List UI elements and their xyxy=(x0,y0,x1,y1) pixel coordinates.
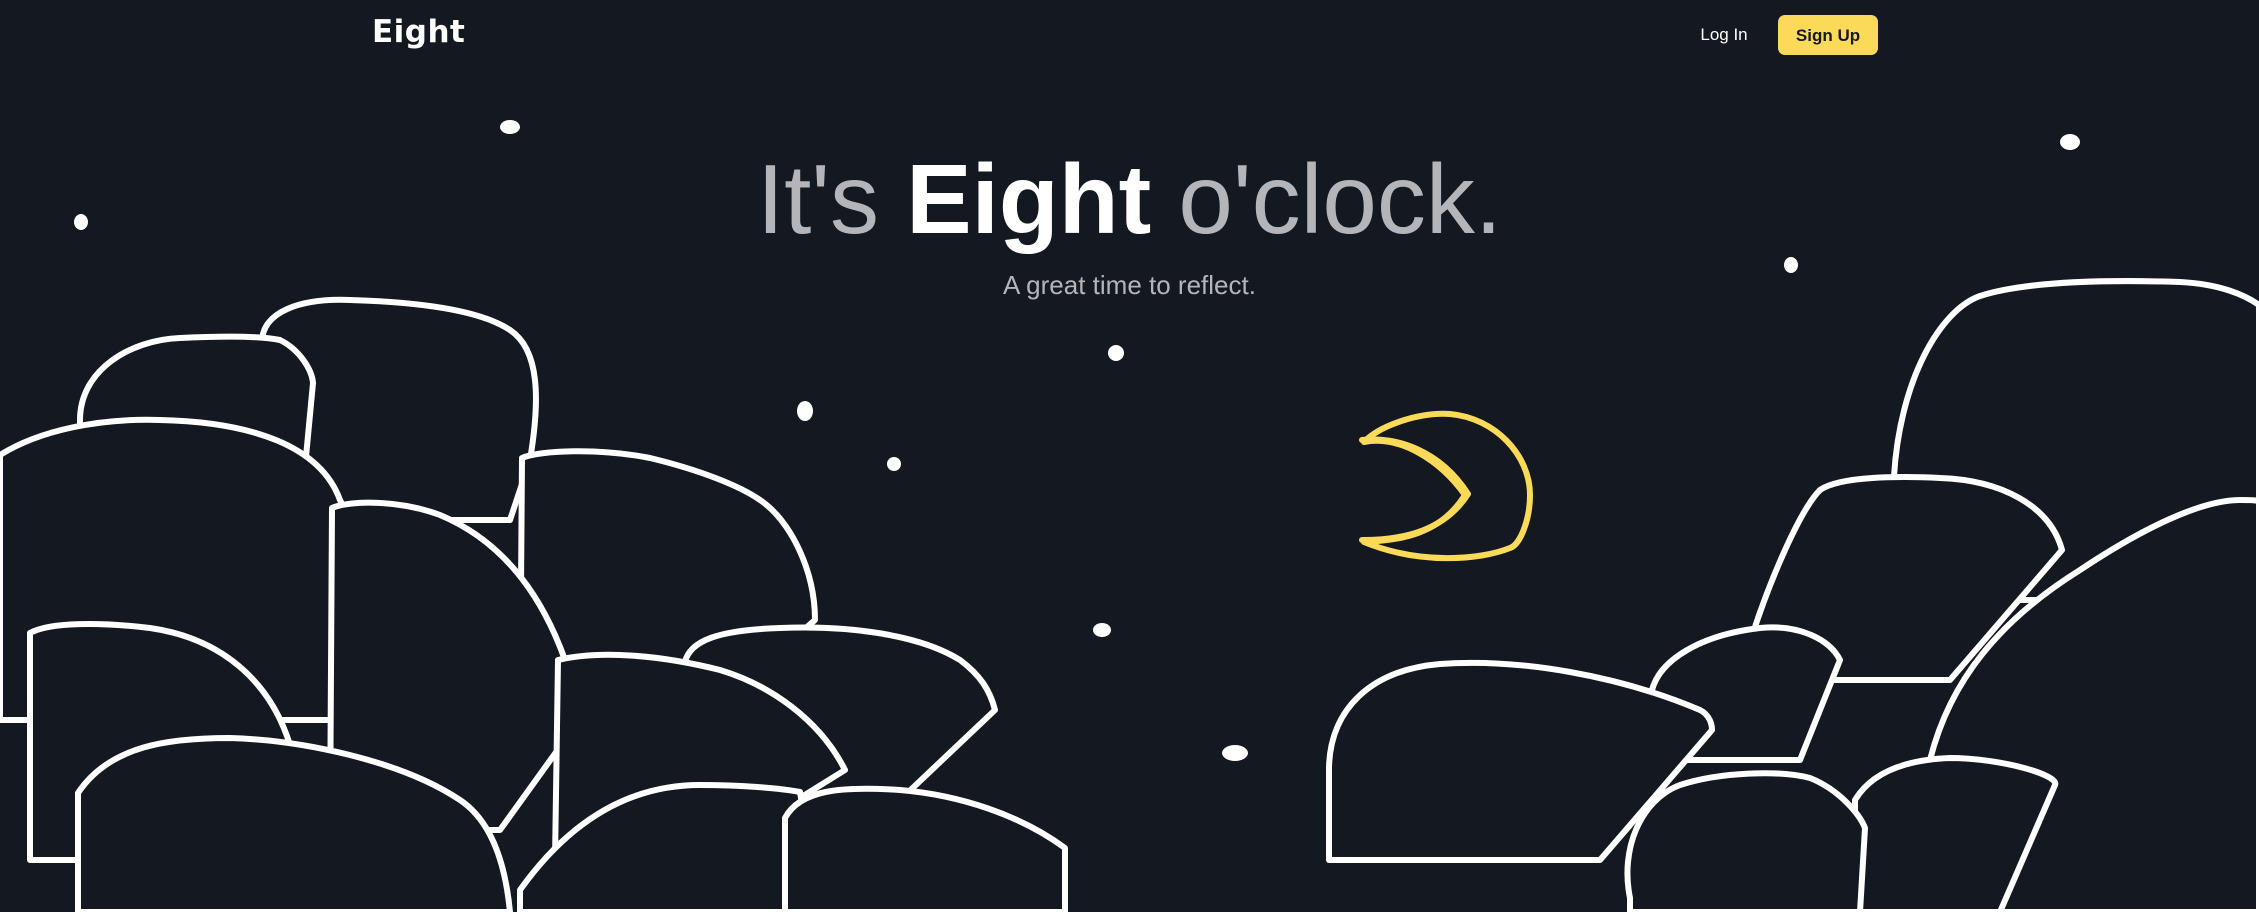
logo[interactable]: Eight xyxy=(372,14,465,50)
hero: It's Eight o'clock. A great time to refl… xyxy=(0,150,2259,301)
star-icon xyxy=(1108,345,1124,361)
star-icon xyxy=(797,401,813,421)
right-clouds xyxy=(1326,278,2259,912)
star-icon xyxy=(2060,134,2080,150)
star-icon xyxy=(1093,623,1111,637)
hero-subtitle: A great time to reflect. xyxy=(1003,270,1256,300)
headline-suffix: o'clock. xyxy=(1151,144,1503,254)
signup-button[interactable]: Sign Up xyxy=(1778,15,1878,55)
hero-headline: It's Eight o'clock. xyxy=(0,150,2259,248)
top-navigation: Eight Log In Sign Up xyxy=(0,0,2259,70)
cloud xyxy=(782,785,1068,912)
star-icon xyxy=(500,120,520,134)
headline-prefix: It's xyxy=(756,144,907,254)
login-link[interactable]: Log In xyxy=(1696,20,1752,50)
left-clouds xyxy=(0,296,1068,912)
cloud xyxy=(1624,770,1868,912)
star-icon xyxy=(887,457,901,471)
star-icon xyxy=(1222,745,1248,761)
moon-icon xyxy=(1359,410,1533,562)
night-sky-illustration xyxy=(0,120,2259,912)
headline-brand: Eight xyxy=(906,144,1152,254)
